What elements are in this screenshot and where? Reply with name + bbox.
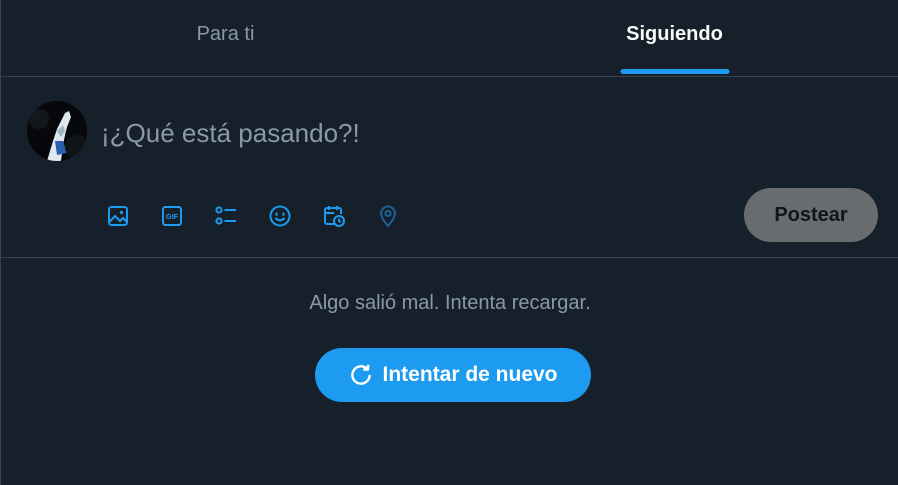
poll-icon[interactable] [210, 200, 242, 232]
active-tab-indicator [620, 69, 729, 74]
tweet-composer: GIF [1, 77, 898, 258]
timeline-tabs: Para ti Siguiendo [1, 0, 898, 77]
timeline-column: Para ti Siguiendo ¡¿Qué está pasando?! G… [0, 0, 898, 485]
emoji-icon[interactable] [264, 200, 296, 232]
avatar-image [27, 101, 87, 161]
schedule-icon[interactable] [318, 200, 350, 232]
svg-text:GIF: GIF [166, 212, 179, 221]
tab-label: Siguiendo [626, 22, 723, 45]
gif-icon[interactable]: GIF [156, 200, 188, 232]
retry-button[interactable]: Intentar de nuevo [315, 348, 591, 402]
tab-para-ti[interactable]: Para ti [1, 0, 450, 76]
retry-label: Intentar de nuevo [382, 363, 558, 386]
refresh-icon [351, 364, 372, 385]
avatar[interactable] [27, 101, 87, 161]
compose-input[interactable] [101, 113, 801, 153]
tab-siguiendo[interactable]: Siguiendo [450, 0, 898, 76]
error-message: Algo salió mal. Intenta recargar. [309, 292, 591, 314]
image-icon[interactable] [102, 200, 134, 232]
composer-toolbar: GIF [102, 200, 404, 232]
post-button[interactable]: Postear [744, 188, 878, 242]
tab-label: Para ti [196, 22, 255, 45]
location-icon[interactable] [372, 200, 404, 232]
